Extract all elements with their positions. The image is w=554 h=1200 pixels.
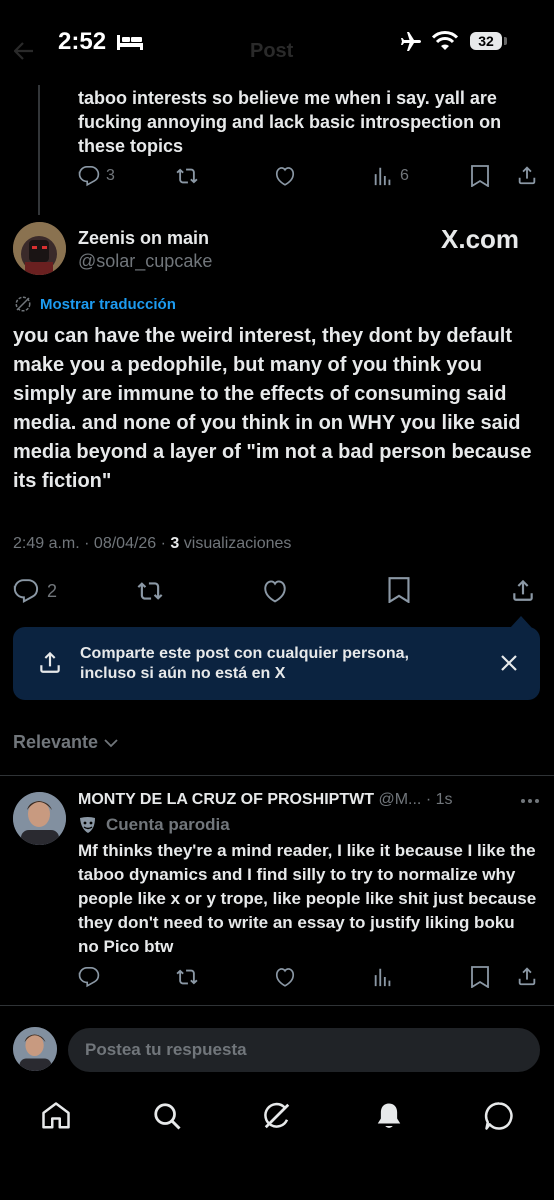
main-reply-count: 2 xyxy=(47,580,58,601)
heart-icon xyxy=(275,968,295,987)
heart-icon xyxy=(275,167,295,186)
header-title: Post xyxy=(250,40,294,62)
share-icon xyxy=(518,967,536,986)
airplane-icon xyxy=(398,30,424,54)
views-count: 3 xyxy=(170,535,180,552)
parent-share-button[interactable] xyxy=(516,164,538,186)
sort-label: Relevante xyxy=(13,732,99,752)
reply-icon xyxy=(78,967,100,988)
parody-label: Cuenta parodia xyxy=(106,815,230,834)
main-bookmark-button[interactable] xyxy=(387,577,411,603)
chevron-down-icon xyxy=(104,738,118,747)
reply-bookmark-button[interactable] xyxy=(470,966,490,988)
tweet-date: 08/04/26 xyxy=(93,535,157,552)
main-repost-button[interactable] xyxy=(136,578,164,604)
bookmark-icon xyxy=(471,165,489,187)
reply-like-button[interactable] xyxy=(273,966,297,988)
share-banner[interactable]: Comparte este post con cualquier persona… xyxy=(13,627,540,700)
parent-views-count: 6 xyxy=(400,167,409,184)
parent-tweet-text: taboo interests so believe me when i say… xyxy=(78,88,502,156)
close-icon[interactable] xyxy=(500,654,518,672)
divider xyxy=(0,1005,554,1006)
reply-text: Mf thinks they're a mind reader, I like … xyxy=(78,841,537,956)
back-arrow-icon[interactable] xyxy=(14,42,34,60)
divider xyxy=(0,775,554,776)
parent-reply-button[interactable]: 3 xyxy=(78,165,115,187)
reply-reply-button[interactable] xyxy=(78,966,100,988)
reply-views-button[interactable] xyxy=(372,966,394,988)
status-time: 2:52 xyxy=(58,28,107,55)
main-share-button[interactable] xyxy=(510,577,536,603)
author-avatar[interactable] xyxy=(13,222,66,275)
repost-icon xyxy=(176,969,198,985)
more-options-icon[interactable] xyxy=(520,798,540,804)
grok-icon[interactable] xyxy=(262,1101,292,1131)
x-watermark: X.com xyxy=(441,224,520,254)
reply-handle[interactable]: @M... xyxy=(378,791,421,808)
share-icon xyxy=(518,166,536,185)
views-icon xyxy=(374,167,391,186)
reply-repost-button[interactable] xyxy=(175,966,199,988)
translate-link[interactable]: Mostrar traducción xyxy=(14,295,176,313)
repost-icon xyxy=(137,582,163,600)
bookmark-icon xyxy=(388,577,410,603)
parent-like-button[interactable] xyxy=(273,165,297,187)
reply-input-placeholder: Postea tu respuesta xyxy=(85,1040,247,1059)
wifi-icon xyxy=(432,31,458,51)
bookmark-icon xyxy=(471,966,489,988)
main-tweet-text: you can have the weird interest, they do… xyxy=(13,325,532,492)
reply-share-button[interactable] xyxy=(516,965,538,987)
parent-views-button[interactable]: 6 xyxy=(372,165,409,187)
repost-icon xyxy=(176,168,198,184)
thread-line xyxy=(38,85,40,215)
sort-dropdown[interactable]: Relevante xyxy=(13,732,118,753)
heart-icon xyxy=(264,580,286,603)
author-display-name[interactable]: Zeenis on main xyxy=(78,228,209,249)
translate-icon xyxy=(15,296,31,312)
tweet-time: 2:49 a.m. xyxy=(13,535,80,552)
main-reply-button[interactable]: 2 xyxy=(13,578,57,604)
my-avatar[interactable] xyxy=(13,1027,57,1071)
reply-icon xyxy=(78,166,100,187)
main-like-button[interactable] xyxy=(261,578,289,604)
parent-reply-count: 3 xyxy=(106,167,115,184)
home-icon[interactable] xyxy=(41,1101,71,1131)
translate-label: Mostrar traducción xyxy=(40,295,176,313)
reply-header: MONTY DE LA CRUZ OF PROSHIPTWT @M... · 1… xyxy=(78,791,453,808)
parody-badge: Cuenta parodia xyxy=(78,815,230,835)
reply-display-name[interactable]: MONTY DE LA CRUZ OF PROSHIPTWT xyxy=(78,791,374,808)
views-label: visualizaciones xyxy=(183,535,292,552)
share-icon xyxy=(513,579,533,601)
share-banner-text: Comparte este post con cualquier persona… xyxy=(80,645,409,682)
reply-avatar[interactable] xyxy=(13,792,66,845)
parent-repost-button[interactable] xyxy=(175,165,199,187)
notifications-icon[interactable] xyxy=(374,1101,404,1131)
reply-input[interactable]: Postea tu respuesta xyxy=(68,1028,540,1072)
search-icon[interactable] xyxy=(152,1101,182,1131)
reply-icon xyxy=(13,579,39,604)
bed-icon xyxy=(116,33,144,51)
views-icon xyxy=(374,968,391,987)
battery-icon: 32 xyxy=(470,32,502,50)
theater-mask-icon xyxy=(80,817,95,833)
parent-bookmark-button[interactable] xyxy=(470,165,490,187)
reply-time: 1s xyxy=(435,791,453,808)
messages-icon[interactable] xyxy=(484,1101,514,1131)
author-handle[interactable]: @solar_cupcake xyxy=(78,251,212,272)
share-upload-icon xyxy=(37,649,63,675)
battery-tip xyxy=(504,37,507,45)
tweet-meta: 2:49 a.m. · 08/04/26 · 3 visualizaciones xyxy=(13,535,292,552)
